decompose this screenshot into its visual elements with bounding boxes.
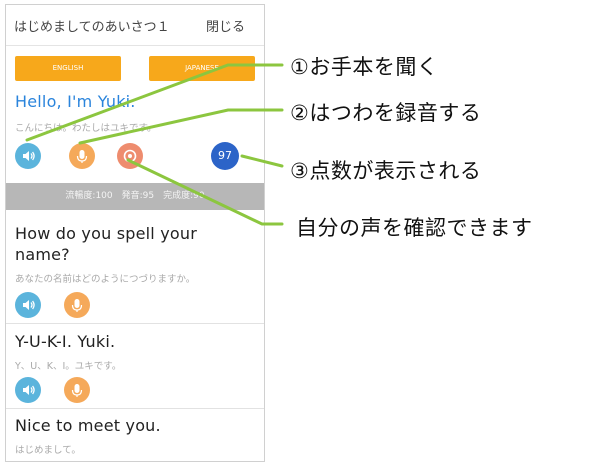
- callout-line-record: [78, 108, 284, 145]
- callout-line-score: [240, 154, 284, 168]
- annotation-listen: ①お手本を聞く: [290, 55, 439, 79]
- callout-line-listen: [25, 63, 284, 142]
- annotation-record: ②はつわを録音する: [290, 101, 482, 125]
- annotation-score: ③点数が表示される: [290, 159, 482, 183]
- annotation-playback: 自分の声を確認できます: [296, 216, 533, 240]
- callout-line-playback: [126, 158, 284, 226]
